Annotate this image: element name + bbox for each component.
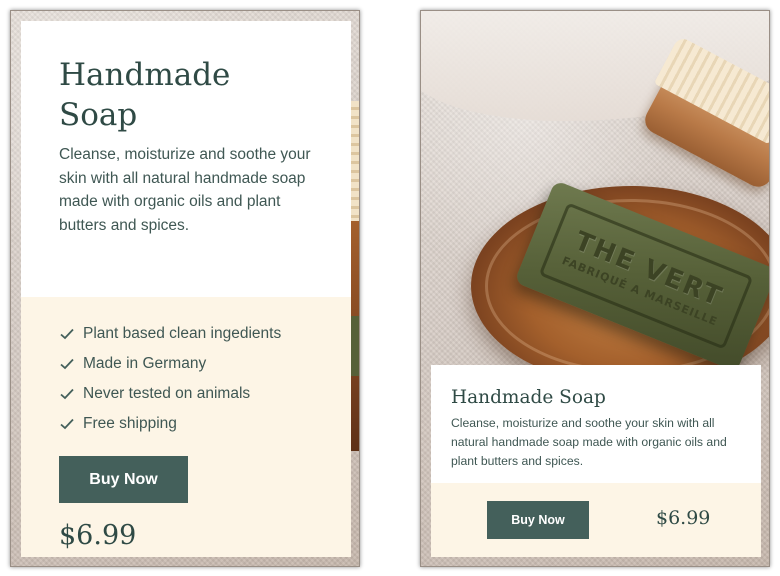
brush-image-edge (351, 101, 359, 221)
product-title: Handmade Soap (451, 387, 606, 408)
feature-item: Plant based clean ingedients (59, 319, 313, 349)
check-icon (59, 416, 75, 432)
feature-item: Never tested on animals (59, 379, 313, 409)
product-description: Cleanse, moisturize and soothe your skin… (59, 146, 311, 234)
product-price: $6.99 (656, 507, 711, 529)
product-card-full: Handmade Soap Cleanse, moisturize and so… (10, 10, 360, 567)
check-icon (59, 356, 75, 372)
card-info-panel: Handmade Soap Cleanse, moisturize and so… (21, 21, 351, 297)
feature-label: Made in Germany (83, 355, 207, 372)
card-purchase-panel: Buy Now $6.99 (431, 483, 761, 557)
feature-item: Free shipping (59, 409, 313, 439)
card-info-panel: Handmade Soap Cleanse, moisturize and so… (431, 365, 761, 483)
feature-list: Plant based clean ingedients Made in Ger… (59, 319, 313, 439)
card-purchase-panel: Plant based clean ingedients Made in Ger… (21, 297, 351, 557)
feature-label: Plant based clean ingedients (83, 325, 282, 342)
product-description: Cleanse, moisturize and soothe your skin… (451, 416, 727, 468)
product-price: $6.99 (59, 520, 137, 551)
feature-label: Never tested on animals (83, 385, 251, 402)
buy-now-button[interactable]: Buy Now (59, 456, 188, 503)
check-icon (59, 326, 75, 342)
feature-item: Made in Germany (59, 349, 313, 379)
soap-image-edge (351, 316, 359, 376)
product-card-compact: THE VERT FABRIQUÉ A MARSEILLE Handmade S… (420, 10, 770, 567)
check-icon (59, 386, 75, 402)
buy-now-button[interactable]: Buy Now (487, 501, 589, 539)
product-title: Handmade Soap (59, 57, 231, 133)
feature-label: Free shipping (83, 415, 177, 432)
